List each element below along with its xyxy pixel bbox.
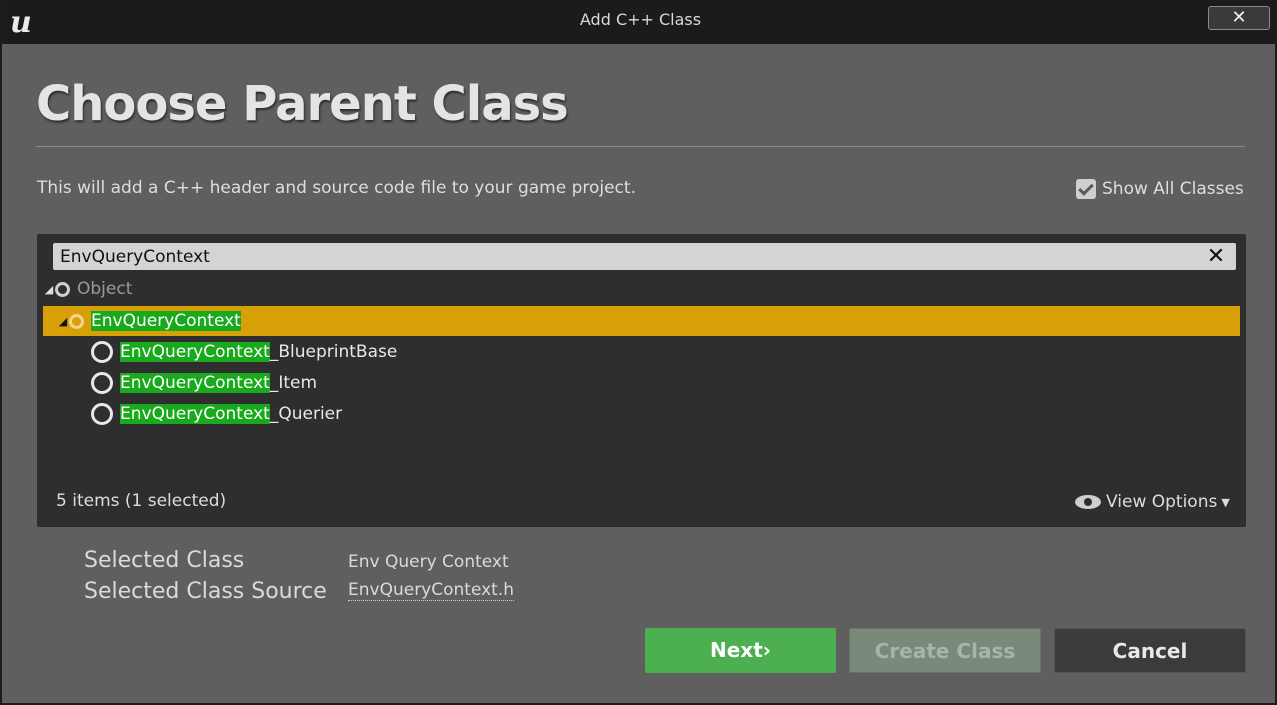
- search-box[interactable]: ✕: [53, 243, 1236, 270]
- eye-icon: [1075, 495, 1101, 509]
- tree-item-object[interactable]: ◢ Object: [43, 274, 1240, 304]
- tree-item-envquerycontext-querier[interactable]: EnvQueryContext _Querier: [91, 399, 1240, 429]
- next-button[interactable]: Next›: [645, 628, 836, 673]
- cancel-button[interactable]: Cancel: [1054, 628, 1246, 673]
- class-icon: [55, 281, 70, 297]
- chevron-down-icon: ▼: [1221, 495, 1230, 509]
- add-cpp-class-dialog: u Add C++ Class ✕ Choose Parent Class Th…: [0, 0, 1277, 705]
- view-options-label: View Options: [1106, 492, 1218, 512]
- next-button-label: Next: [709, 638, 763, 662]
- show-all-classes-label: Show All Classes: [1102, 179, 1244, 199]
- view-options-button[interactable]: View Options ▼: [1075, 491, 1230, 513]
- selected-class-source-label: Selected Class Source: [84, 579, 327, 604]
- tree-item-envquerycontext-blueprintbase[interactable]: EnvQueryContext _BlueprintBase: [91, 337, 1240, 367]
- clear-search-icon[interactable]: ✕: [1204, 243, 1228, 270]
- tree-item-match: EnvQueryContext: [120, 404, 270, 424]
- tree-item-label: _Querier: [269, 404, 343, 424]
- title-divider: [36, 146, 1245, 147]
- close-button[interactable]: ✕: [1208, 6, 1270, 30]
- selected-class-label: Selected Class: [84, 548, 245, 573]
- page-title: Choose Parent Class: [36, 76, 569, 132]
- tree-item-match: EnvQueryContext: [120, 373, 270, 393]
- class-icon: [69, 313, 84, 329]
- description-text: This will add a C++ header and source co…: [37, 178, 636, 198]
- tree-item-label: Object: [77, 279, 133, 299]
- tree-item-match: EnvQueryContext: [120, 342, 270, 362]
- search-input[interactable]: [60, 243, 1190, 270]
- show-all-classes-toggle[interactable]: Show All Classes: [1076, 178, 1244, 200]
- title-bar[interactable]: u Add C++ Class ✕: [2, 0, 1277, 44]
- class-picker-panel: ✕ ◢ Object ◢ EnvQueryContext EnvQueryCon…: [37, 234, 1246, 527]
- class-icon: [91, 403, 113, 425]
- window-title: Add C++ Class: [579, 10, 702, 29]
- selected-class-value: Env Query Context: [348, 552, 509, 572]
- tree-item-label: _Item: [269, 373, 318, 393]
- tree-item-label: _BlueprintBase: [269, 342, 398, 362]
- create-class-button[interactable]: Create Class: [849, 628, 1041, 673]
- expand-arrow-icon[interactable]: ◢: [43, 283, 55, 296]
- tree-item-match: EnvQueryContext: [91, 311, 241, 331]
- class-icon: [91, 372, 113, 394]
- show-all-classes-checkbox[interactable]: [1076, 179, 1096, 199]
- class-icon: [91, 341, 113, 363]
- chevron-right-icon: ›: [762, 638, 771, 662]
- item-count: 5 items (1 selected): [56, 491, 227, 511]
- tree-item-envquerycontext[interactable]: ◢ EnvQueryContext: [43, 306, 1240, 336]
- selected-class-source-link[interactable]: EnvQueryContext.h: [348, 580, 515, 601]
- tree-item-envquerycontext-item[interactable]: EnvQueryContext _Item: [91, 368, 1240, 398]
- expand-arrow-icon[interactable]: ◢: [57, 315, 69, 328]
